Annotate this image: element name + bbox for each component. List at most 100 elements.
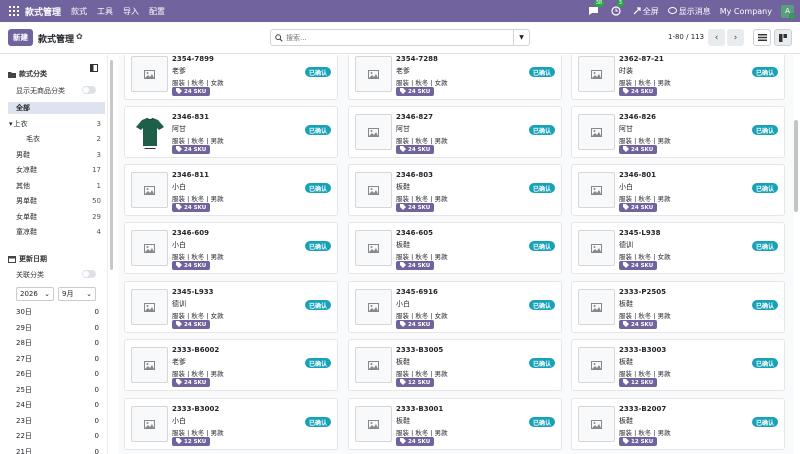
- year-select[interactable]: 2026 ⌄: [16, 287, 54, 301]
- style-name: 时装: [619, 67, 633, 75]
- sidebar-scrollbar[interactable]: [110, 60, 113, 270]
- date-filter-item[interactable]: 29日 0: [8, 322, 105, 334]
- pager-previous-button[interactable]: ‹: [708, 29, 725, 46]
- show-empty-categories-toggle[interactable]: [82, 86, 96, 94]
- user-avatar[interactable]: A: [781, 4, 796, 20]
- activity-button[interactable]: 3: [611, 0, 624, 16]
- gear-icon[interactable]: ✿: [76, 32, 83, 41]
- sku-badge[interactable]: 24 SKU: [619, 320, 658, 329]
- style-card[interactable]: 2346-803 板鞋 服装 | 秋冬 | 男款 24 SKU 已确认: [348, 164, 562, 216]
- show-messages-button[interactable]: 显示消息: [667, 6, 711, 17]
- date-filter-item[interactable]: 26日 0: [8, 368, 105, 380]
- style-card[interactable]: 2354-7288 老爹 服装 | 秋冬 | 女款 24 SKU 已确认: [348, 55, 562, 100]
- sidebar-collapse-icon[interactable]: [90, 64, 98, 74]
- style-card[interactable]: 2333-B2007 板鞋 服装 | 秋冬 | 男款 12 SKU 已确认: [571, 398, 785, 450]
- sku-badge[interactable]: 24 SKU: [396, 261, 435, 270]
- style-name: 板鞋: [619, 417, 633, 425]
- style-card[interactable]: 2333-B3002 小白 服装 | 秋冬 | 男款 12 SKU 已确认: [124, 398, 338, 450]
- style-card[interactable]: 2346-826 阿甘 服装 | 秋冬 | 男款 24 SKU 已确认: [571, 106, 785, 158]
- app-grid-icon[interactable]: [9, 6, 19, 16]
- style-card[interactable]: 2333-B3001 板鞋 服装 | 秋冬 | 男款 24 SKU 已确认: [348, 398, 562, 450]
- sku-badge[interactable]: 24 SKU: [172, 378, 211, 387]
- category-item[interactable]: 男单鞋 50: [8, 195, 105, 207]
- sku-badge[interactable]: 24 SKU: [396, 437, 435, 446]
- month-select[interactable]: 9月 ⌄: [58, 287, 96, 301]
- category-item[interactable]: 女凉鞋 17: [8, 164, 105, 176]
- category-item[interactable]: 毛衣 2: [8, 133, 105, 145]
- date-filter-item[interactable]: 25日 0: [8, 384, 105, 396]
- style-card[interactable]: 2345-L938 德训 服装 | 秋冬 | 女款 24 SKU 已确认: [571, 222, 785, 274]
- style-card[interactable]: 2333-P2505 板鞋 服装 | 秋冬 | 男款 24 SKU 已确认: [571, 281, 785, 333]
- style-card[interactable]: 2346-827 阿甘 服装 | 秋冬 | 男款 24 SKU 已确认: [348, 106, 562, 158]
- status-badge: 已确认: [305, 241, 332, 251]
- sku-badge[interactable]: 24 SKU: [619, 203, 658, 212]
- menu-item-config[interactable]: 配置: [149, 6, 165, 17]
- category-item[interactable]: 女单鞋 29: [8, 211, 105, 223]
- sku-badge[interactable]: 24 SKU: [396, 145, 435, 154]
- menu-item-tools[interactable]: 工具: [97, 6, 113, 17]
- date-filter-item[interactable]: 23日 0: [8, 415, 105, 427]
- style-code: 2333-P2505: [619, 288, 667, 296]
- sku-badge[interactable]: 24 SKU: [172, 261, 211, 270]
- main-scrollbar[interactable]: [794, 120, 798, 212]
- sku-badge[interactable]: 24 SKU: [172, 203, 211, 212]
- date-filter-item[interactable]: 30日 0: [8, 306, 105, 318]
- company-switcher[interactable]: My Company: [720, 7, 772, 16]
- sku-badge[interactable]: 24 SKU: [396, 320, 435, 329]
- date-filter-item[interactable]: 28日 0: [8, 337, 105, 349]
- sku-badge[interactable]: 24 SKU: [396, 203, 435, 212]
- date-filter-item[interactable]: 24日 0: [8, 399, 105, 411]
- kanban-view-button[interactable]: [774, 29, 792, 46]
- style-card[interactable]: 2346-609 小白 服装 | 秋冬 | 男款 24 SKU 已确认: [124, 222, 338, 274]
- sku-badge[interactable]: 12 SKU: [619, 378, 658, 387]
- style-card[interactable]: 2346-831 阿甘 服装 | 秋冬 | 男款 24 SKU 已确认: [124, 106, 338, 158]
- sku-badge[interactable]: 12 SKU: [396, 378, 435, 387]
- style-card[interactable]: 2346-801 小白 服装 | 秋冬 | 男款 24 SKU 已确认: [571, 164, 785, 216]
- sku-badge[interactable]: 24 SKU: [172, 145, 211, 154]
- style-card[interactable]: 2345-L933 德训 服装 | 秋冬 | 女款 24 SKU 已确认: [124, 281, 338, 333]
- style-card[interactable]: 2333-B3005 板鞋 服装 | 秋冬 | 男款 12 SKU 已确认: [348, 339, 562, 391]
- search-options-toggle[interactable]: ▼: [513, 30, 529, 45]
- style-card[interactable]: 2346-605 板鞋 服装 | 秋冬 | 男款 24 SKU 已确认: [348, 222, 562, 274]
- style-card[interactable]: 2346-811 小白 服装 | 秋冬 | 男款 24 SKU 已确认: [124, 164, 338, 216]
- sku-badge[interactable]: 24 SKU: [619, 261, 658, 270]
- sku-badge[interactable]: 24 SKU: [396, 87, 435, 96]
- image-placeholder-icon: [578, 406, 615, 442]
- sku-badge[interactable]: 12 SKU: [172, 437, 211, 446]
- style-card[interactable]: 2345-6916 小白 服装 | 秋冬 | 女款 24 SKU 已确认: [348, 281, 562, 333]
- sku-badge[interactable]: 12 SKU: [619, 437, 658, 446]
- sku-count: 24 SKU: [631, 88, 654, 95]
- tag-icon: [176, 87, 182, 96]
- sku-badge[interactable]: 24 SKU: [619, 145, 658, 154]
- list-view-button[interactable]: [753, 29, 771, 46]
- status-badge: 已确认: [529, 417, 556, 427]
- menu-item-import[interactable]: 导入: [123, 6, 139, 17]
- related-category-toggle[interactable]: [82, 270, 96, 278]
- date-filter-item[interactable]: 27日 0: [8, 353, 105, 365]
- style-card[interactable]: 2354-7899 老爹 服装 | 秋冬 | 女款 24 SKU 已确认: [124, 55, 338, 100]
- chat-button[interactable]: 38: [588, 0, 605, 16]
- status-badge: 已确认: [529, 300, 556, 310]
- search-input[interactable]: [286, 33, 513, 42]
- category-item[interactable]: 男鞋 3: [8, 149, 105, 161]
- menu-item-styles[interactable]: 款式: [71, 6, 87, 17]
- style-card[interactable]: 2333-B3003 板鞋 服装 | 秋冬 | 男款 12 SKU 已确认: [571, 339, 785, 391]
- sku-badge[interactable]: 24 SKU: [172, 87, 211, 96]
- date-filter-item[interactable]: 21日 0: [8, 446, 105, 454]
- category-item[interactable]: 全部: [8, 102, 105, 114]
- category-item[interactable]: 童凉鞋 4: [8, 226, 105, 238]
- sku-badge[interactable]: 24 SKU: [619, 87, 658, 96]
- app-title[interactable]: 款式管理: [25, 5, 61, 18]
- category-item[interactable]: 其他 1: [8, 180, 105, 192]
- fullscreen-button[interactable]: 全屏: [633, 6, 659, 17]
- category-item[interactable]: ▾ 上衣 3: [8, 118, 105, 130]
- style-card[interactable]: 2362-87-21 时装 服装 | 秋冬 | 男款 24 SKU 已确认: [571, 55, 785, 100]
- pager-next-button[interactable]: ›: [727, 29, 744, 46]
- date-filter-item[interactable]: 22日 0: [8, 430, 105, 442]
- style-card[interactable]: 2333-B6002 老爹 服装 | 秋冬 | 男款 24 SKU 已确认: [124, 339, 338, 391]
- sku-badge[interactable]: 24 SKU: [172, 320, 211, 329]
- new-button[interactable]: 新建: [8, 29, 33, 46]
- pager-value[interactable]: 1-80 / 113: [668, 33, 704, 41]
- sku-count: 24 SKU: [184, 204, 207, 211]
- caret-down-icon[interactable]: ▾: [9, 120, 13, 128]
